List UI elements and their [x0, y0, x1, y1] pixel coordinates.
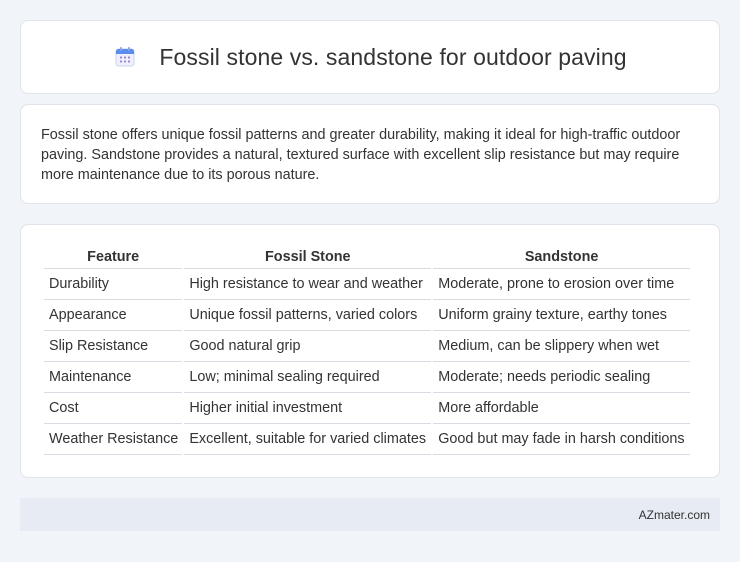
summary-text: Fossil stone offers unique fossil patter… — [41, 127, 681, 183]
column-header-sandstone: Sandstone — [433, 247, 690, 269]
feature-cell: Weather Resistance — [44, 424, 183, 455]
fossil-stone-cell: Unique fossil patterns, varied colors — [184, 300, 432, 331]
header-card: Fossil stone vs. sandstone for outdoor p… — [20, 20, 720, 94]
table-header-row: Feature Fossil Stone Sandstone — [44, 247, 690, 269]
feature-cell: Maintenance — [44, 362, 183, 393]
fossil-stone-cell: Good natural grip — [184, 331, 432, 362]
footer-bar: AZmater.com — [20, 498, 720, 531]
table-row: Durability High resistance to wear and w… — [44, 269, 690, 300]
calendar-icon — [115, 47, 135, 67]
summary-card: Fossil stone offers unique fossil patter… — [20, 104, 720, 204]
sandstone-cell: Uniform grainy texture, earthy tones — [433, 300, 690, 331]
sandstone-cell: Good but may fade in harsh conditions — [433, 424, 690, 455]
feature-cell: Durability — [44, 269, 183, 300]
footer-site-link[interactable]: AZmater.com — [639, 508, 710, 522]
fossil-stone-cell: Excellent, suitable for varied climates — [184, 424, 432, 455]
title-wrap: Fossil stone vs. sandstone for outdoor p… — [113, 43, 627, 71]
feature-cell: Slip Resistance — [44, 331, 183, 362]
sandstone-cell: More affordable — [433, 393, 690, 424]
sandstone-cell: Moderate, prone to erosion over time — [433, 269, 690, 300]
column-header-feature: Feature — [44, 247, 183, 269]
fossil-stone-cell: High resistance to wear and weather — [184, 269, 432, 300]
comparison-table-card: Feature Fossil Stone Sandstone Durabilit… — [20, 224, 720, 478]
table-row: Maintenance Low; minimal sealing require… — [44, 362, 690, 393]
table-row: Weather Resistance Excellent, suitable f… — [44, 424, 690, 455]
feature-cell: Appearance — [44, 300, 183, 331]
table-row: Cost Higher initial investment More affo… — [44, 393, 690, 424]
column-header-fossil-stone: Fossil Stone — [184, 247, 432, 269]
sandstone-cell: Medium, can be slippery when wet — [433, 331, 690, 362]
fossil-stone-cell: Higher initial investment — [184, 393, 432, 424]
sandstone-cell: Moderate; needs periodic sealing — [433, 362, 690, 393]
comparison-table: Feature Fossil Stone Sandstone Durabilit… — [42, 247, 692, 455]
feature-cell: Cost — [44, 393, 183, 424]
page-title: Fossil stone vs. sandstone for outdoor p… — [159, 43, 627, 70]
fossil-stone-cell: Low; minimal sealing required — [184, 362, 432, 393]
table-row: Appearance Unique fossil patterns, varie… — [44, 300, 690, 331]
table-row: Slip Resistance Good natural grip Medium… — [44, 331, 690, 362]
